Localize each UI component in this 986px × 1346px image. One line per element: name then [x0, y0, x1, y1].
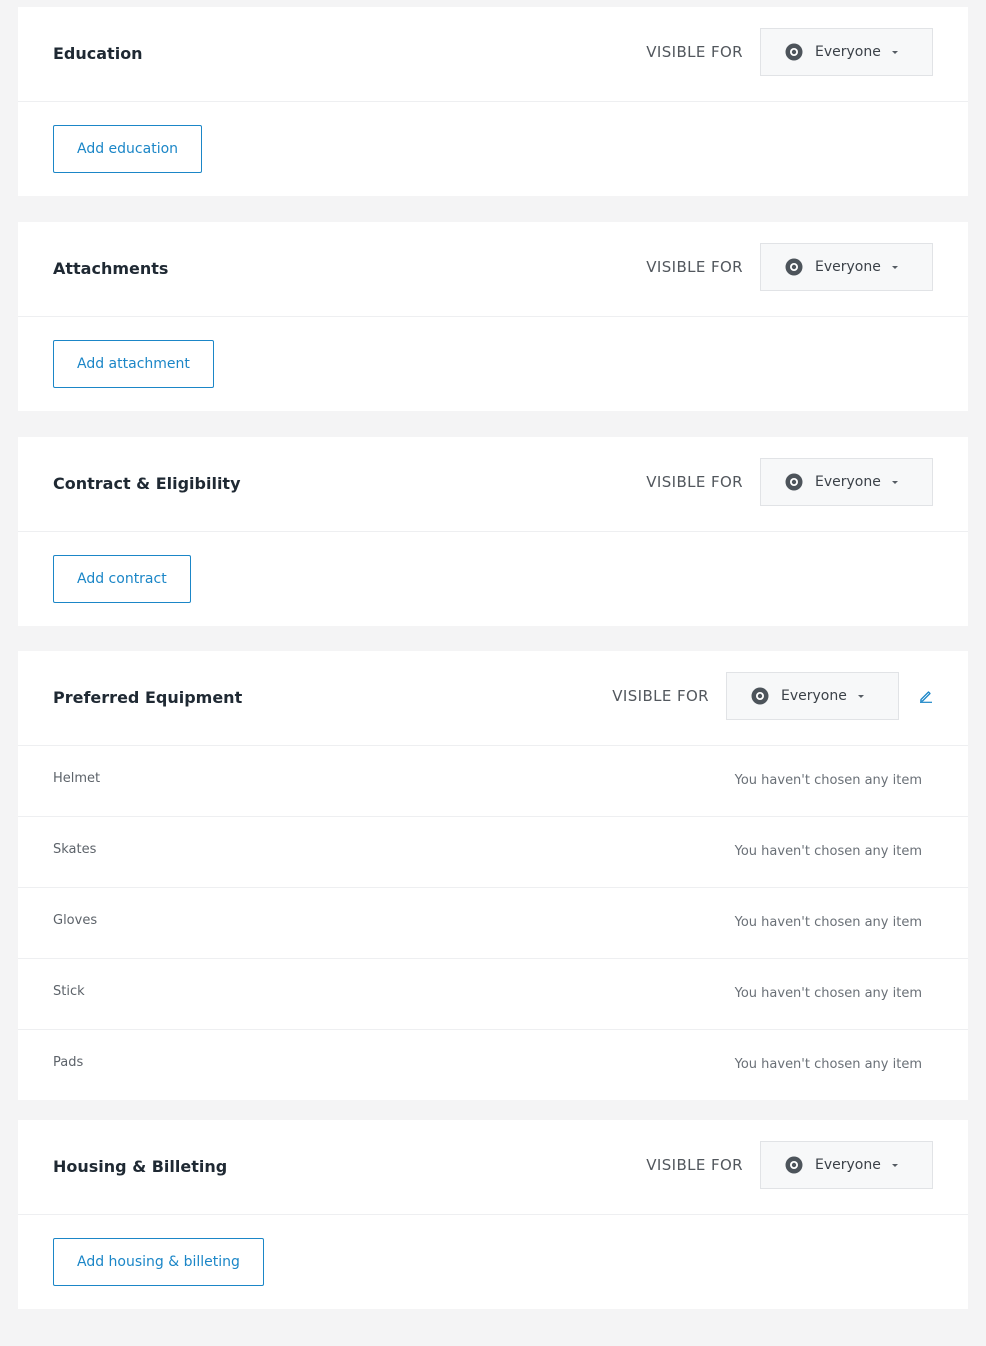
contract-body: Add contract	[18, 532, 968, 626]
contract-section: Contract & Eligibility VISIBLE FOR Every…	[18, 437, 968, 626]
list-item: Gloves You haven't chosen any item	[18, 888, 968, 959]
attachments-body: Add attachment	[18, 317, 968, 411]
list-item: Stick You haven't chosen any item	[18, 959, 968, 1030]
eye-icon	[785, 1156, 803, 1174]
caret-down-icon	[891, 480, 898, 484]
education-header: Education VISIBLE FOR Everyone	[18, 7, 968, 102]
attachments-header: Attachments VISIBLE FOR Everyone	[18, 222, 968, 317]
add-contract-button[interactable]: Add contract	[53, 555, 191, 603]
housing-visibility: VISIBLE FOR Everyone	[646, 1141, 933, 1189]
education-visibility: VISIBLE FOR Everyone	[646, 28, 933, 76]
eye-icon	[785, 258, 803, 276]
equipment-name: Gloves	[53, 913, 98, 928]
visibility-value: Everyone	[815, 1157, 881, 1173]
visible-for-label: VISIBLE FOR	[646, 43, 743, 61]
visibility-value: Everyone	[815, 44, 881, 60]
visible-for-label: VISIBLE FOR	[612, 687, 709, 705]
education-section: Education VISIBLE FOR Everyone Add educa…	[18, 7, 968, 196]
eye-icon	[785, 43, 803, 61]
equipment-value: You haven't chosen any item	[734, 773, 922, 788]
attachments-visibility: VISIBLE FOR Everyone	[646, 243, 933, 291]
caret-down-icon	[857, 694, 864, 698]
eye-icon	[751, 687, 769, 705]
list-item: Pads You haven't chosen any item	[18, 1030, 968, 1100]
equipment-section: Preferred Equipment VISIBLE FOR Everyone…	[18, 651, 968, 1100]
visible-for-label: VISIBLE FOR	[646, 1156, 743, 1174]
visibility-value: Everyone	[815, 474, 881, 490]
housing-body: Add housing & billeting	[18, 1215, 968, 1309]
equipment-value: You haven't chosen any item	[734, 1057, 922, 1072]
visible-for-label: VISIBLE FOR	[646, 258, 743, 276]
housing-header: Housing & Billeting VISIBLE FOR Everyone	[18, 1120, 968, 1215]
visible-for-label: VISIBLE FOR	[646, 473, 743, 491]
add-education-button[interactable]: Add education	[53, 125, 203, 173]
pencil-icon[interactable]	[919, 689, 933, 703]
education-title: Education	[53, 44, 143, 63]
visibility-value: Everyone	[781, 688, 847, 704]
equipment-name: Pads	[53, 1055, 84, 1070]
contract-visibility: VISIBLE FOR Everyone	[646, 458, 933, 506]
equipment-value: You haven't chosen any item	[734, 915, 922, 930]
caret-down-icon	[891, 1163, 898, 1167]
list-item: Helmet You haven't chosen any item	[18, 746, 968, 817]
add-housing-button[interactable]: Add housing & billeting	[53, 1238, 264, 1286]
education-body: Add education	[18, 102, 968, 196]
contract-visibility-select[interactable]: Everyone	[760, 458, 933, 506]
equipment-value: You haven't chosen any item	[734, 844, 922, 859]
equipment-header: Preferred Equipment VISIBLE FOR Everyone	[18, 651, 968, 746]
list-item: Skates You haven't chosen any item	[18, 817, 968, 888]
attachments-title: Attachments	[53, 259, 169, 278]
caret-down-icon	[891, 265, 898, 269]
equipment-visibility-select[interactable]: Everyone	[726, 672, 899, 720]
equipment-visibility: VISIBLE FOR Everyone	[612, 672, 933, 720]
caret-down-icon	[891, 50, 898, 54]
add-attachment-button[interactable]: Add attachment	[53, 340, 214, 388]
eye-icon	[785, 473, 803, 491]
housing-section: Housing & Billeting VISIBLE FOR Everyone…	[18, 1120, 968, 1309]
attachments-visibility-select[interactable]: Everyone	[760, 243, 933, 291]
equipment-title: Preferred Equipment	[53, 688, 243, 707]
equipment-list: Helmet You haven't chosen any item Skate…	[18, 746, 968, 1100]
education-visibility-select[interactable]: Everyone	[760, 28, 933, 76]
contract-header: Contract & Eligibility VISIBLE FOR Every…	[18, 437, 968, 532]
contract-title: Contract & Eligibility	[53, 474, 241, 493]
equipment-name: Helmet	[53, 771, 101, 786]
equipment-name: Skates	[53, 842, 97, 857]
visibility-value: Everyone	[815, 259, 881, 275]
housing-visibility-select[interactable]: Everyone	[760, 1141, 933, 1189]
housing-title: Housing & Billeting	[53, 1157, 228, 1176]
attachments-section: Attachments VISIBLE FOR Everyone Add att…	[18, 222, 968, 411]
equipment-name: Stick	[53, 984, 85, 999]
equipment-value: You haven't chosen any item	[734, 986, 922, 1001]
